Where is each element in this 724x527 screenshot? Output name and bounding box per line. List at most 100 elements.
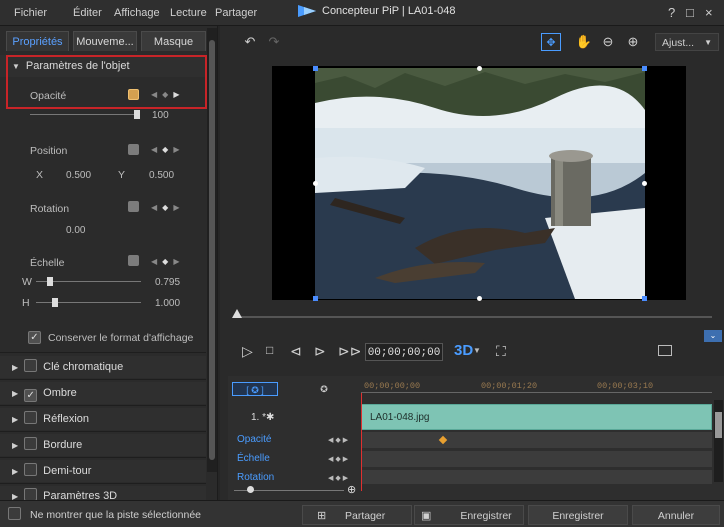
close-icon[interactable]: × — [705, 5, 713, 20]
keyframe-nav-icon[interactable]: ◀◆▶ — [151, 203, 184, 212]
section-checkbox[interactable] — [24, 359, 38, 372]
opacity-slider-track[interactable] — [30, 114, 140, 115]
tab-masque[interactable]: Masque — [141, 31, 206, 51]
opacity-value[interactable]: 100 — [152, 110, 169, 121]
scale-h-value[interactable]: 1.000 — [155, 298, 180, 309]
resize-handle[interactable] — [313, 296, 318, 301]
keep-aspect-checkbox[interactable]: ✓ — [28, 331, 41, 344]
section-cle-chromatique[interactable]: ▶ Clé chromatique — [0, 356, 206, 378]
keyframe-nav-icon[interactable]: ◀◆▶ — [328, 455, 350, 463]
keyframe-add-icon[interactable] — [128, 144, 139, 155]
play-icon[interactable]: ▷ — [242, 343, 253, 360]
undo-icon[interactable]: ↶ — [240, 33, 260, 51]
scale-label: Échelle — [30, 257, 65, 269]
keyframe-add-icon[interactable] — [128, 255, 139, 266]
mode-3d-button[interactable]: 3D — [454, 342, 473, 359]
save-button[interactable]: Enregistrer — [528, 505, 628, 525]
scale-w-value[interactable]: 0.795 — [155, 277, 180, 288]
resize-handle[interactable] — [313, 181, 318, 186]
scale-w-slider-thumb[interactable] — [47, 277, 53, 286]
maximize-icon[interactable]: □ — [686, 5, 694, 20]
timeline-row-scale-label: Échelle — [237, 453, 270, 464]
scale-h-slider-thumb[interactable] — [52, 298, 58, 307]
scrub-thumb[interactable] — [232, 309, 242, 318]
tab-proprietes[interactable]: Propriétés — [6, 31, 69, 51]
resize-handle[interactable] — [477, 296, 482, 301]
timeline-cursor[interactable] — [361, 393, 362, 491]
keyframe-nav-icon[interactable]: ◀◆▶ — [151, 257, 184, 266]
zoom-select[interactable]: Ajust... ▼ — [655, 33, 719, 51]
keyframe-nav-icon[interactable]: ◀◆▶ — [151, 145, 184, 154]
cancel-button[interactable]: Annuler — [632, 505, 720, 525]
tab-mouvement[interactable]: Mouveme... — [73, 31, 137, 51]
save-icon: ▣ — [421, 510, 432, 522]
keyframe-nav-icon[interactable]: ◀◆▶ — [328, 474, 350, 482]
section-parametres-3d[interactable]: ▶ Paramètres 3D — [0, 486, 206, 500]
help-icon[interactable]: ? — [668, 5, 675, 20]
resize-handle[interactable] — [642, 296, 647, 301]
save-as-button[interactable]: ▣ Enregistrer sous — [414, 505, 524, 525]
share-button[interactable]: ⊞ Partager — [302, 505, 412, 525]
fast-forward-icon[interactable]: ⊳⊳ — [338, 343, 361, 360]
show-selected-checkbox[interactable] — [8, 507, 21, 520]
timeline-scrollbar[interactable] — [714, 400, 723, 482]
expand-triangle-icon: ▶ — [12, 389, 19, 398]
hand-icon[interactable]: ✋ — [574, 33, 594, 51]
section-checkbox[interactable] — [24, 463, 38, 476]
section-checkbox[interactable] — [24, 437, 38, 450]
zoom-select-value: Ajust... — [662, 37, 695, 49]
menu-affichage[interactable]: Affichage — [114, 7, 160, 19]
previous-frame-icon[interactable]: ⊲ — [290, 343, 302, 360]
section-demi-tour[interactable]: ▶ Demi-tour — [0, 460, 206, 482]
timeline-clip[interactable]: LA01-048.jpg — [361, 404, 712, 430]
scrollbar-thumb[interactable] — [209, 40, 215, 460]
timeline-row-scale[interactable] — [361, 451, 712, 467]
keyframe-nav-icon[interactable]: ◀◆▶ — [328, 436, 350, 444]
section-label: Ombre — [43, 387, 77, 399]
zoom-in-icon[interactable]: ⊕ — [347, 483, 356, 496]
expand-triangle-icon: ▶ — [12, 363, 19, 372]
properties-scrollbar[interactable] — [207, 28, 217, 472]
scrollbar-thumb[interactable] — [715, 412, 722, 438]
opacity-slider-thumb[interactable] — [134, 110, 140, 119]
section-checkbox[interactable]: ✓ — [24, 389, 38, 402]
position-y-value[interactable]: 0.500 — [149, 170, 174, 181]
timeline-zoom-thumb[interactable] — [247, 486, 254, 493]
redo-icon[interactable]: ↷ — [264, 33, 284, 51]
menu-editer[interactable]: Éditer — [73, 7, 102, 19]
section-ombre[interactable]: ▶ ✓ Ombre — [0, 382, 206, 404]
section-checkbox[interactable] — [24, 488, 38, 500]
menu-lecture[interactable]: Lecture — [170, 7, 207, 19]
section-reflexion[interactable]: ▶ Réflexion — [0, 408, 206, 430]
keyframe-add-icon[interactable] — [128, 201, 139, 212]
move-tool-icon[interactable]: ✥ — [541, 33, 561, 51]
track-view-tab[interactable]: [ ✪ ] — [232, 382, 278, 396]
rotation-value[interactable]: 0.00 — [66, 225, 85, 236]
next-frame-icon[interactable]: ⊳ — [314, 343, 326, 360]
section-bordure[interactable]: ▶ Bordure — [0, 434, 206, 456]
expand-panel-icon[interactable]: ⌄ — [704, 330, 722, 342]
zoom-out-icon[interactable]: ⊖ — [598, 33, 618, 51]
section-checkbox[interactable] — [24, 411, 38, 424]
position-x-value[interactable]: 0.500 — [66, 170, 91, 181]
pip-image[interactable] — [315, 68, 645, 299]
share-button-label: Partager — [345, 510, 386, 522]
timeline-row-opacity[interactable] — [361, 432, 712, 448]
section-label: Demi-tour — [43, 465, 92, 477]
resize-handle[interactable] — [642, 66, 647, 71]
resize-handle[interactable] — [477, 66, 482, 71]
scrub-bar[interactable] — [238, 316, 712, 318]
zoom-in-icon[interactable]: ⊕ — [623, 33, 643, 51]
stop-icon[interactable]: □ — [266, 343, 273, 357]
timeline-row-rotation[interactable] — [361, 470, 712, 484]
timecode-display[interactable]: 00;00;00;00 — [365, 343, 443, 361]
display-monitor-icon[interactable] — [658, 345, 672, 356]
resize-handle[interactable] — [313, 66, 318, 71]
chevron-down-icon[interactable]: ▼ — [473, 346, 481, 355]
fullscreen-icon[interactable]: ⛶ — [496, 343, 506, 360]
menu-partager[interactable]: Partager — [215, 7, 257, 19]
timeline-ruler[interactable] — [361, 392, 712, 393]
keyframe-view-tab[interactable]: ✪ — [294, 382, 354, 396]
menu-fichier[interactable]: Fichier — [14, 7, 47, 19]
resize-handle[interactable] — [642, 181, 647, 186]
